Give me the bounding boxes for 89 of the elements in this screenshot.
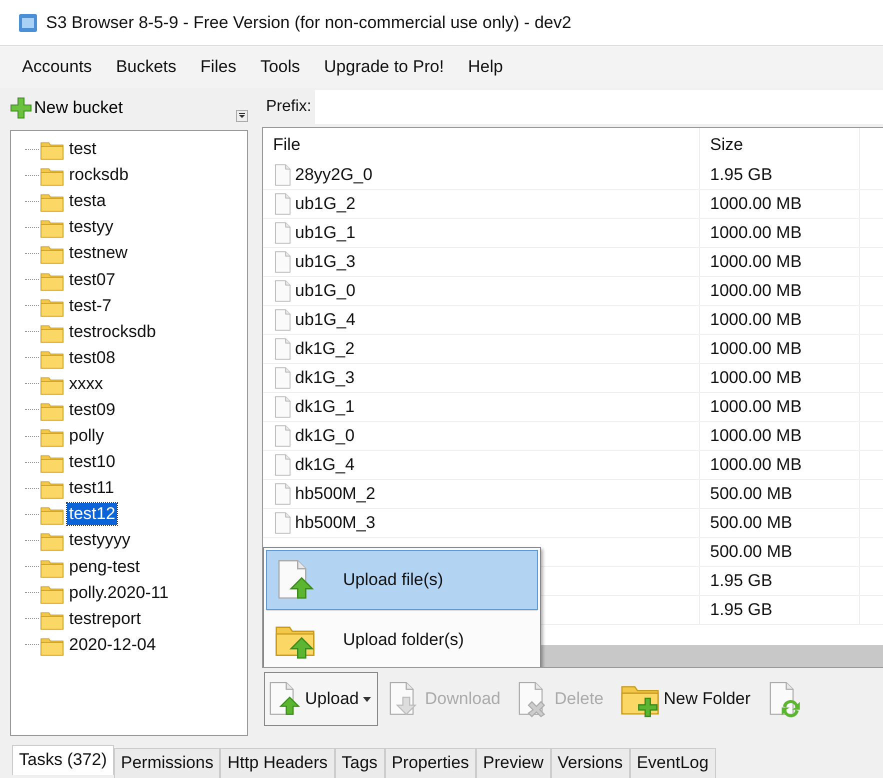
menu-item[interactable]: Files xyxy=(188,57,248,77)
file-icon xyxy=(273,512,291,534)
tree-item[interactable]: xxxx xyxy=(67,372,105,395)
menu-item[interactable]: Buckets xyxy=(104,57,188,77)
table-cell: 1.95 GB xyxy=(699,596,859,624)
table-cell: 1000.00 MB xyxy=(699,393,859,421)
tab[interactable]: Preview xyxy=(476,748,551,778)
file-name[interactable]: ub1G_2 xyxy=(295,194,356,214)
table-cell: 1000.00 MB xyxy=(699,277,859,305)
tree-item[interactable]: polly xyxy=(67,425,106,448)
table-cell: 1000.00 MB xyxy=(699,190,859,218)
tab[interactable]: Tags xyxy=(334,748,385,778)
file-name[interactable]: dk1G_4 xyxy=(295,455,355,475)
file-icon xyxy=(273,193,291,215)
tree-item[interactable]: test09 xyxy=(67,398,118,421)
file-icon xyxy=(273,338,291,360)
table-cell: 500.00 MB xyxy=(699,538,859,566)
table-cell: 1000.00 MB xyxy=(699,364,859,392)
table-cell: 1.95 GB xyxy=(699,161,859,189)
new-bucket-button[interactable]: New bucket xyxy=(10,97,123,119)
tree-item[interactable]: polly.2020-11 xyxy=(67,582,171,604)
tree-item[interactable]: testrocksdb xyxy=(67,320,158,343)
tree-item[interactable]: rocksdb xyxy=(67,164,131,186)
tab[interactable]: Http Headers xyxy=(220,748,335,778)
file-icon xyxy=(273,251,291,273)
tree-item[interactable]: test10 xyxy=(67,451,118,474)
tree-item[interactable]: test-7 xyxy=(67,294,114,317)
tree-item[interactable]: testa xyxy=(67,190,108,212)
table-cell: 500.00 MB xyxy=(699,509,859,537)
file-name[interactable]: ub1G_3 xyxy=(295,252,356,272)
file-name[interactable]: dk1G_0 xyxy=(295,426,355,446)
file-name[interactable]: dk1G_3 xyxy=(295,368,355,388)
file-name[interactable]: ub1G_4 xyxy=(295,310,356,330)
file-name[interactable]: dk1G_1 xyxy=(295,397,355,417)
table-cell: 1000.00 MB xyxy=(699,306,859,334)
table-cell: 1000.00 MB xyxy=(699,248,859,276)
menu-item[interactable]: Tools xyxy=(248,57,312,77)
column-header[interactable]: File xyxy=(263,128,699,161)
file-icon xyxy=(273,164,291,186)
tree-item[interactable]: 2020-12-04 xyxy=(67,634,158,656)
tree-item[interactable]: test12 xyxy=(67,503,118,526)
table-cell: 1000.00 MB xyxy=(699,335,859,363)
plus-icon xyxy=(10,97,32,119)
file-icon xyxy=(273,425,291,447)
tab[interactable]: Tasks (372) xyxy=(12,745,114,775)
tree-item[interactable]: testreport xyxy=(67,608,143,630)
file-name[interactable]: hb500M_3 xyxy=(295,513,376,533)
newfolder-button[interactable]: New Folder xyxy=(616,672,758,726)
table-cell: 1000.00 MB xyxy=(699,422,859,450)
file-icon xyxy=(273,222,291,244)
file-name[interactable]: ub1G_1 xyxy=(295,223,356,243)
menu-item[interactable]: Upload file(s) xyxy=(266,550,538,610)
window-title: S3 Browser 8-5-9 - Free Version (for non-commercial use only) - dev2 xyxy=(46,12,572,32)
column-header[interactable]: Size xyxy=(699,128,859,161)
file-icon xyxy=(273,309,291,331)
tree-item[interactable]: peng-test xyxy=(67,556,142,578)
tab[interactable]: Properties xyxy=(384,748,476,778)
menu-item[interactable]: Help xyxy=(456,57,515,77)
file-icon xyxy=(273,483,291,505)
file-icon xyxy=(273,280,291,302)
table-cell: 1.95 GB xyxy=(699,567,859,595)
tab[interactable]: EventLog xyxy=(630,748,716,778)
table-cell: 500.00 MB xyxy=(699,480,859,508)
file-icon xyxy=(273,367,291,389)
tree-item[interactable]: test08 xyxy=(67,346,118,369)
table-cell: 1000.00 MB xyxy=(699,219,859,247)
file-name[interactable]: ub1G_0 xyxy=(295,281,356,301)
prefix-label: Prefix: xyxy=(266,98,312,116)
tree-item[interactable]: testyyyy xyxy=(67,529,132,552)
tree-item[interactable]: test07 xyxy=(67,268,118,291)
file-icon xyxy=(273,396,291,418)
app-icon xyxy=(18,12,38,32)
menu-item[interactable]: Upload folder(s) xyxy=(266,610,538,667)
caret-icon xyxy=(362,696,371,702)
tree-item[interactable]: testyy xyxy=(67,216,116,238)
tree-item[interactable]: testnew xyxy=(67,242,130,264)
upload-button[interactable]: Upload xyxy=(264,672,378,726)
tab[interactable]: Permissions xyxy=(114,748,220,778)
file-name[interactable]: hb500M_2 xyxy=(295,484,376,504)
tree-item[interactable]: test xyxy=(67,138,98,160)
file-icon xyxy=(273,454,291,476)
tree-item[interactable]: test11 xyxy=(67,477,116,500)
menu-item[interactable]: Accounts xyxy=(10,57,104,77)
table-cell: 1000.00 MB xyxy=(699,451,859,479)
dropdown-icon[interactable] xyxy=(236,110,248,122)
tab[interactable]: Versions xyxy=(550,748,630,778)
file-name[interactable]: dk1G_2 xyxy=(295,339,355,359)
menu-item[interactable]: Upgrade to Pro! xyxy=(312,57,456,77)
file-name[interactable]: 28yy2G_0 xyxy=(295,165,372,185)
